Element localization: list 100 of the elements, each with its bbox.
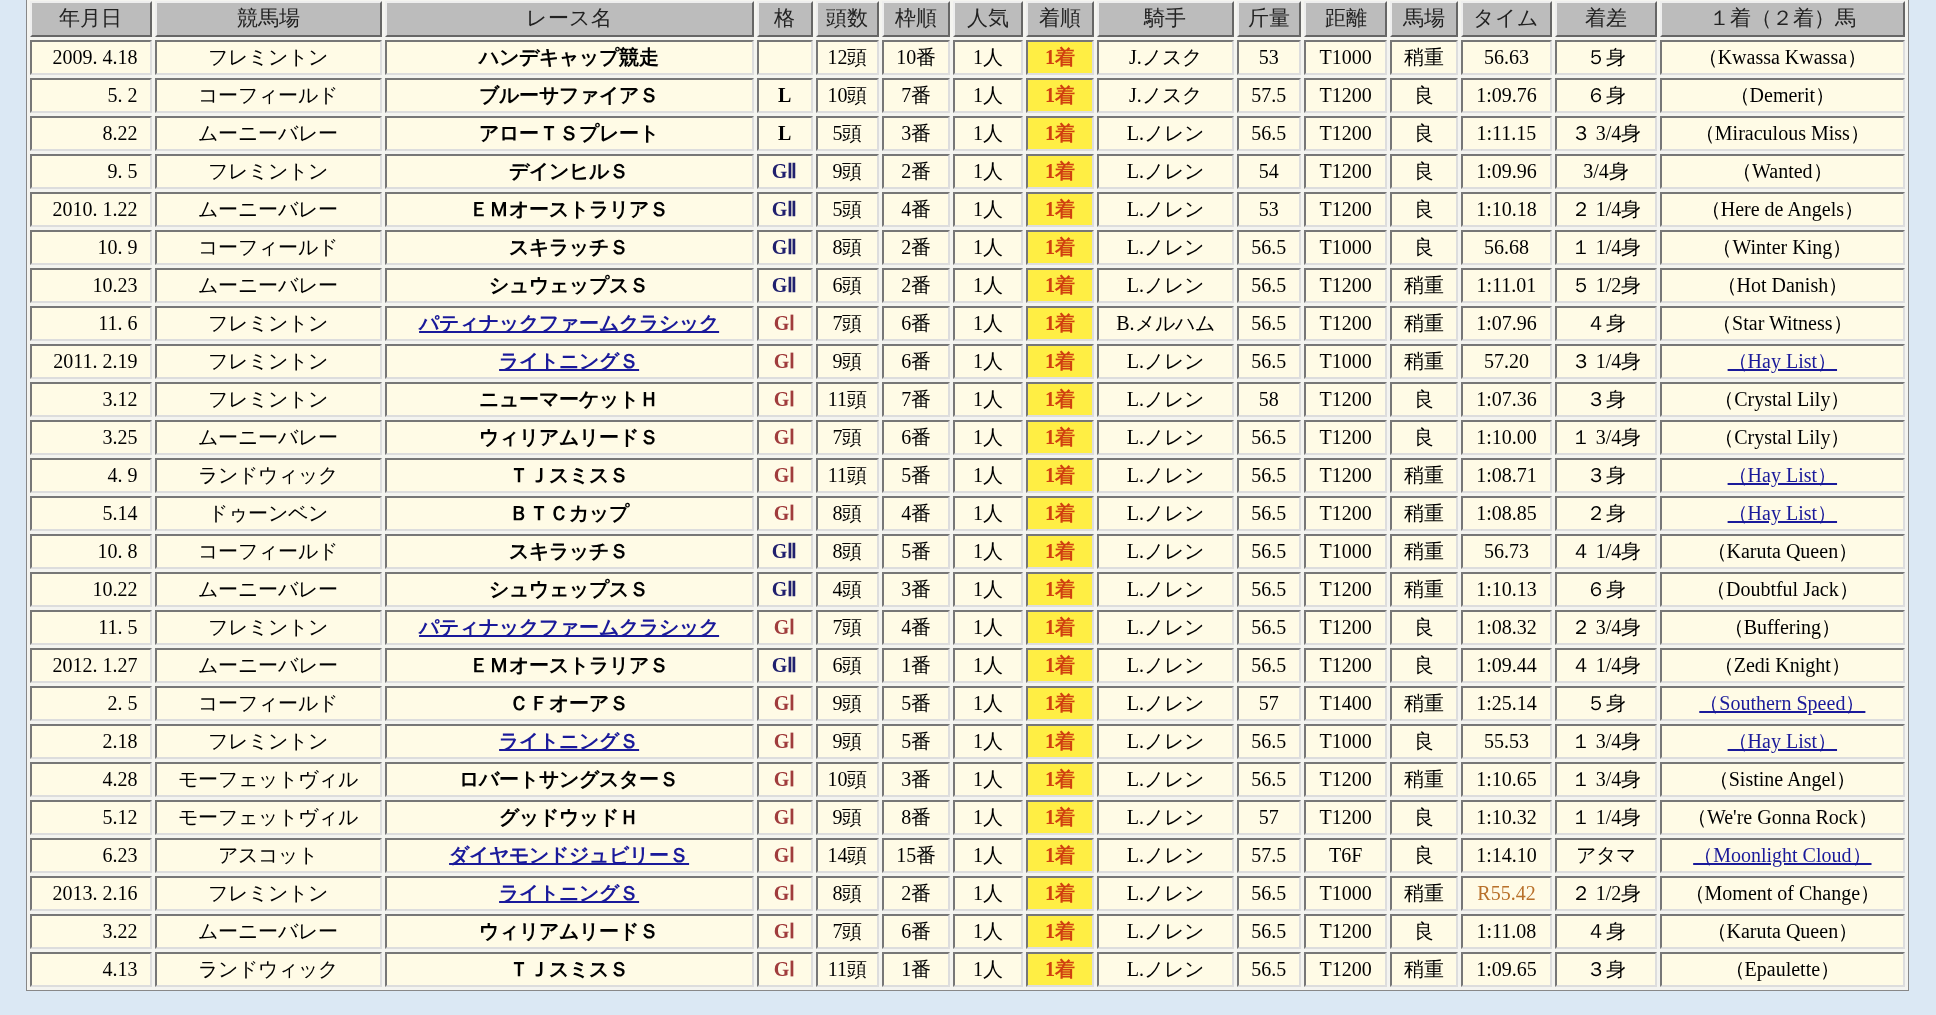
finish-cell: 1着	[1025, 39, 1095, 75]
date-cell: 3.22	[30, 913, 152, 949]
going-cell: 稍重	[1390, 761, 1458, 797]
racecourse-cell: フレミントン	[154, 305, 382, 341]
racecourse-cell: ドゥーンベン	[154, 495, 382, 531]
margin-cell: ４ 1/4身	[1555, 533, 1657, 569]
horse-name-link[interactable]: （Southern Speed）	[1659, 685, 1905, 721]
finish-cell: 1着	[1025, 191, 1095, 227]
distance-cell: T1400	[1304, 685, 1388, 721]
horse-name-cell: （Karuta Queen）	[1659, 533, 1905, 569]
going-cell: 良	[1390, 913, 1458, 949]
date-cell: 10.22	[30, 571, 152, 607]
distance-cell: T1200	[1304, 799, 1388, 835]
racecourse-cell: ムーニーバレー	[154, 267, 382, 303]
racecourse-cell: フレミントン	[154, 343, 382, 379]
going-cell: 良	[1390, 723, 1458, 759]
margin-cell: １ 1/4身	[1555, 799, 1657, 835]
distance-cell: T1200	[1304, 305, 1388, 341]
race-name-link[interactable]: パティナックファームクラシック	[384, 305, 754, 341]
going-cell: 良	[1390, 419, 1458, 455]
margin-cell: ３ 3/4身	[1555, 115, 1657, 151]
distance-cell: T1200	[1304, 77, 1388, 113]
weight-cell: 56.5	[1236, 609, 1301, 645]
margin-cell: ５身	[1555, 39, 1657, 75]
racecourse-cell: フレミントン	[154, 723, 382, 759]
horse-name-cell: （Crystal Lily）	[1659, 419, 1905, 455]
runners-cell: 9頭	[815, 153, 880, 189]
date-cell: 2012. 1.27	[30, 647, 152, 683]
distance-cell: T1200	[1304, 913, 1388, 949]
grade-cell: GⅡ	[756, 647, 813, 683]
grade-cell: GⅠ	[756, 951, 813, 987]
horse-name-link[interactable]: （Moonlight Cloud）	[1659, 837, 1905, 873]
grade-cell: GⅠ	[756, 343, 813, 379]
racecourse-cell: ムーニーバレー	[154, 191, 382, 227]
race-name-link[interactable]: ライトニングＳ	[384, 723, 754, 759]
finish-cell: 1着	[1025, 153, 1095, 189]
horse-name-link[interactable]: （Hay List）	[1659, 723, 1905, 759]
runners-cell: 7頭	[815, 913, 880, 949]
horse-name-cell: （Wanted）	[1659, 153, 1905, 189]
runners-cell: 7頭	[815, 609, 880, 645]
horse-name-link[interactable]: （Hay List）	[1659, 343, 1905, 379]
runners-cell: 9頭	[815, 723, 880, 759]
distance-cell: T1200	[1304, 267, 1388, 303]
column-header: 着順	[1025, 1, 1095, 37]
finish-cell: 1着	[1025, 77, 1095, 113]
distance-cell: T1000	[1304, 343, 1388, 379]
date-cell: 8.22	[30, 115, 152, 151]
horse-name-cell: （Star Witness）	[1659, 305, 1905, 341]
racecourse-cell: コーフィールド	[154, 77, 382, 113]
margin-cell: １ 3/4身	[1555, 761, 1657, 797]
column-header: １着（２着）馬	[1659, 1, 1905, 37]
finish-cell: 1着	[1025, 685, 1095, 721]
column-header: 騎手	[1097, 1, 1234, 37]
distance-cell: T1000	[1304, 533, 1388, 569]
jockey-cell: L.ノレン	[1097, 343, 1234, 379]
race-name-cell: ＴＪスミスＳ	[384, 457, 754, 493]
margin-cell: ２ 3/4身	[1555, 609, 1657, 645]
date-cell: 5.14	[30, 495, 152, 531]
popularity-cell: 1人	[953, 533, 1023, 569]
weight-cell: 54	[1236, 153, 1301, 189]
finish-cell: 1着	[1025, 267, 1095, 303]
race-name-link[interactable]: ライトニングＳ	[384, 875, 754, 911]
runners-cell: 10頭	[815, 761, 880, 797]
gate-cell: 10番	[882, 39, 951, 75]
going-cell: 良	[1390, 799, 1458, 835]
time-cell: R55.42	[1460, 875, 1553, 911]
time-cell: 1:08.71	[1460, 457, 1553, 493]
runners-cell: 14頭	[815, 837, 880, 873]
time-cell: 1:10.18	[1460, 191, 1553, 227]
racecourse-cell: フレミントン	[154, 153, 382, 189]
grade-cell: GⅡ	[756, 229, 813, 265]
finish-cell: 1着	[1025, 343, 1095, 379]
date-cell: 3.12	[30, 381, 152, 417]
column-header: 斤量	[1236, 1, 1301, 37]
grade-cell: L	[756, 77, 813, 113]
jockey-cell: J.ノスク	[1097, 39, 1234, 75]
popularity-cell: 1人	[953, 685, 1023, 721]
race-name-link[interactable]: パティナックファームクラシック	[384, 609, 754, 645]
margin-cell: ３身	[1555, 381, 1657, 417]
margin-cell: ４ 1/4身	[1555, 647, 1657, 683]
going-cell: 良	[1390, 381, 1458, 417]
grade-cell	[756, 39, 813, 75]
horse-name-link[interactable]: （Hay List）	[1659, 457, 1905, 493]
date-cell: 6.23	[30, 837, 152, 873]
time-cell: 1:09.65	[1460, 951, 1553, 987]
date-cell: 2013. 2.16	[30, 875, 152, 911]
race-name-link[interactable]: ダイヤモンドジュビリーＳ	[384, 837, 754, 873]
date-cell: 2011. 2.19	[30, 343, 152, 379]
date-cell: 5.12	[30, 799, 152, 835]
gate-cell: 4番	[882, 191, 951, 227]
going-cell: 良	[1390, 647, 1458, 683]
race-name-link[interactable]: ライトニングＳ	[384, 343, 754, 379]
horse-name-link[interactable]: （Hay List）	[1659, 495, 1905, 531]
jockey-cell: L.ノレン	[1097, 951, 1234, 987]
date-cell: 10. 8	[30, 533, 152, 569]
date-cell: 4. 9	[30, 457, 152, 493]
runners-cell: 10頭	[815, 77, 880, 113]
time-cell: 56.68	[1460, 229, 1553, 265]
runners-cell: 8頭	[815, 533, 880, 569]
column-header: 距離	[1304, 1, 1388, 37]
